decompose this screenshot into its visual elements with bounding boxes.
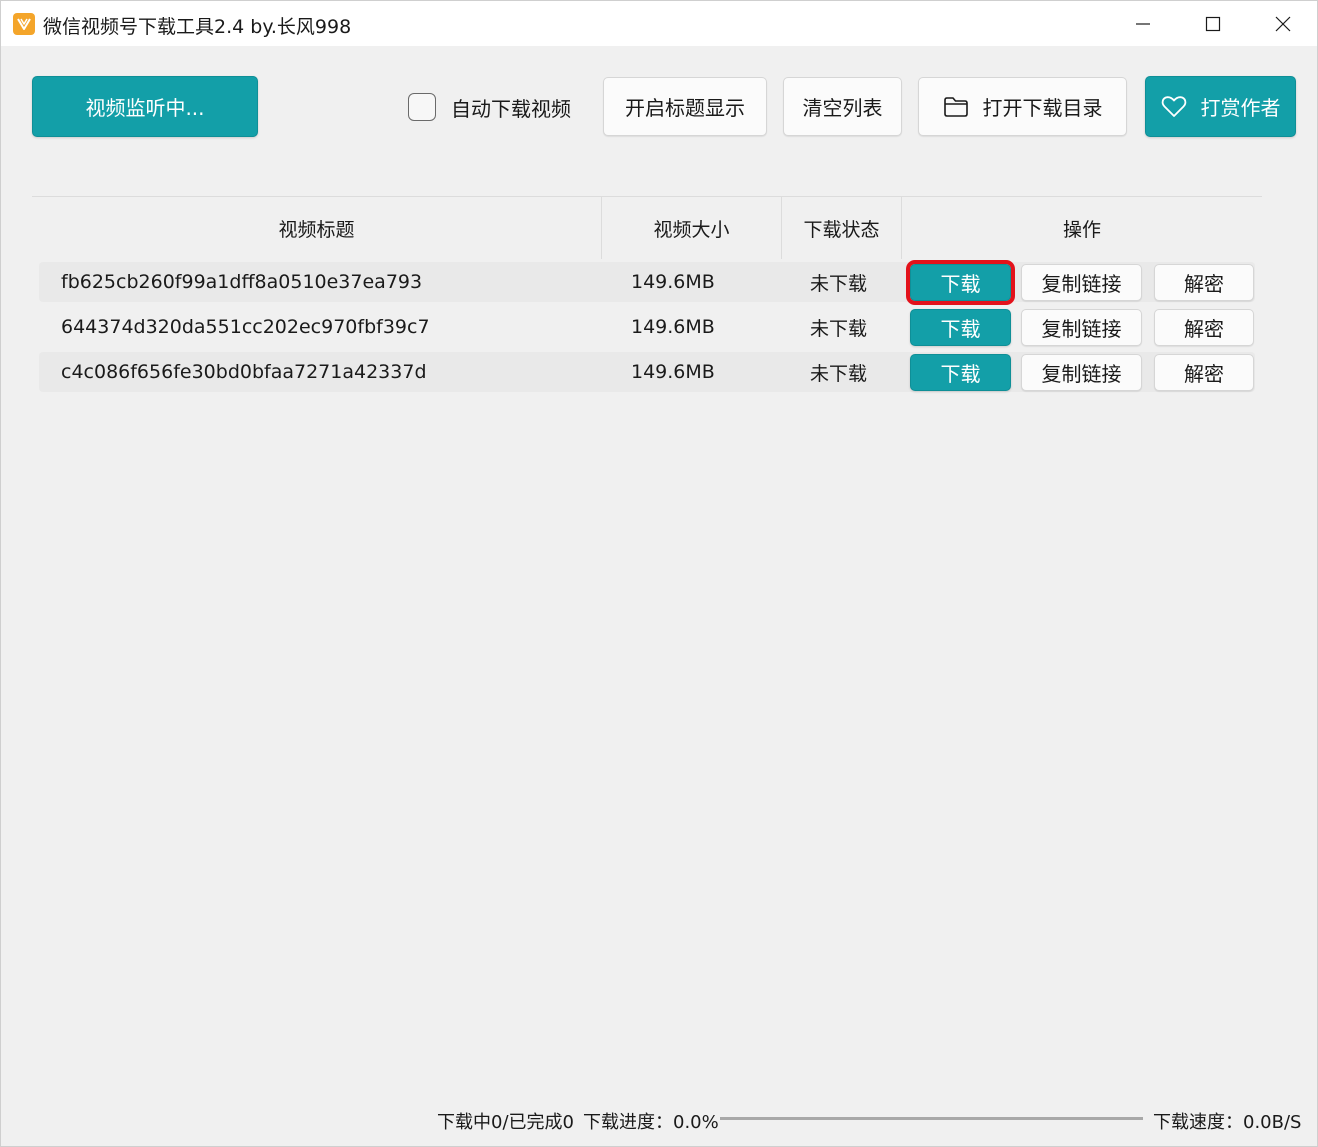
close-button[interactable]	[1248, 1, 1318, 46]
column-header-status[interactable]: 下载状态	[782, 197, 901, 259]
column-header-size[interactable]: 视频大小	[602, 197, 781, 259]
copy-link-button-label: 复制链接	[1041, 272, 1122, 296]
maximize-button[interactable]	[1178, 1, 1248, 46]
app-logo-icon	[13, 13, 35, 35]
column-header-size-label: 视频大小	[653, 218, 730, 241]
decrypt-button-label: 解密	[1184, 362, 1224, 386]
monitor-button-label: 视频监听中...	[85, 96, 205, 120]
window-title: 微信视频号下载工具2.4 by.长风998	[43, 16, 352, 38]
copy-link-button-label: 复制链接	[1041, 362, 1122, 386]
download-button[interactable]: 下载	[906, 260, 1015, 305]
copy-link-button-label: 复制链接	[1041, 317, 1122, 341]
auto-download-label: 自动下载视频	[451, 96, 571, 121]
folder-icon	[943, 96, 968, 117]
column-header-actions[interactable]: 操作	[902, 197, 1262, 259]
minimize-button[interactable]	[1108, 1, 1178, 46]
table-row[interactable]: fb625cb260f99a1dff8a0510e37ea793 149.6MB…	[39, 260, 1255, 305]
video-title-cell: 644374d320da551cc202ec970fbf39c7	[61, 316, 430, 338]
column-header-title[interactable]: 视频标题	[32, 197, 601, 259]
video-title-cell: c4c086f656fe30bd0bfaa7271a42337d	[61, 361, 427, 383]
download-progress-bar	[720, 1117, 1143, 1120]
decrypt-button[interactable]: 解密	[1154, 309, 1254, 346]
minimize-icon	[1136, 22, 1150, 25]
download-progress-text: 下载进度：0.0%	[583, 1112, 719, 1133]
table-row[interactable]: c4c086f656fe30bd0bfaa7271a42337d 149.6MB…	[39, 352, 1255, 392]
decrypt-button[interactable]: 解密	[1154, 354, 1254, 391]
decrypt-button-label: 解密	[1184, 272, 1224, 296]
close-icon	[1275, 16, 1291, 31]
column-header-status-label: 下载状态	[803, 218, 880, 241]
decrypt-button-label: 解密	[1184, 317, 1224, 341]
maximize-icon	[1205, 16, 1221, 31]
download-button-label: 下载	[940, 272, 981, 296]
download-status-cell: 未下载	[810, 317, 868, 340]
reward-author-button[interactable]: 打赏作者	[1145, 76, 1296, 137]
download-button[interactable]: 下载	[910, 354, 1011, 391]
auto-download-checkbox[interactable]: 自动下载视频	[408, 91, 571, 123]
title-bar[interactable]: 微信视频号下载工具2.4 by.长风998	[1, 1, 1317, 46]
copy-link-button[interactable]: 复制链接	[1021, 264, 1142, 301]
download-button-label: 下载	[940, 317, 981, 341]
show-title-button[interactable]: 开启标题显示	[603, 77, 767, 136]
download-button-label: 下载	[940, 362, 981, 386]
reward-author-label: 打赏作者	[1200, 96, 1281, 120]
app-window: 微信视频号下载工具2.4 by.长风998 视频监听中... 自动下载视频 开启…	[0, 0, 1318, 1147]
copy-link-button[interactable]: 复制链接	[1021, 309, 1142, 346]
open-download-dir-label: 打开下载目录	[982, 96, 1103, 120]
heart-icon	[1161, 95, 1186, 117]
show-title-button-label: 开启标题显示	[625, 96, 745, 120]
clear-list-button-label: 清空列表	[802, 96, 883, 120]
open-download-dir-button[interactable]: 打开下载目录	[918, 77, 1127, 136]
copy-link-button[interactable]: 复制链接	[1021, 354, 1142, 391]
download-speed-text: 下载速度：0.0B/S	[1153, 1112, 1302, 1133]
column-header-actions-label: 操作	[1062, 218, 1101, 241]
video-title-cell: fb625cb260f99a1dff8a0510e37ea793	[61, 271, 423, 293]
video-size-cell: 149.6MB	[631, 361, 715, 383]
checkbox-box[interactable]	[408, 93, 436, 121]
clear-list-button[interactable]: 清空列表	[783, 77, 902, 136]
download-button[interactable]: 下载	[910, 309, 1011, 346]
video-size-cell: 149.6MB	[631, 316, 715, 338]
decrypt-button[interactable]: 解密	[1154, 264, 1254, 301]
download-count-status: 下载中0/已完成0	[437, 1112, 574, 1133]
table-row[interactable]: 644374d320da551cc202ec970fbf39c7 149.6MB…	[39, 307, 1255, 347]
download-status-cell: 未下载	[810, 272, 868, 295]
column-header-title-label: 视频标题	[278, 218, 355, 241]
monitor-button[interactable]: 视频监听中...	[32, 76, 258, 137]
video-size-cell: 149.6MB	[631, 271, 715, 293]
download-status-cell: 未下载	[810, 362, 868, 385]
